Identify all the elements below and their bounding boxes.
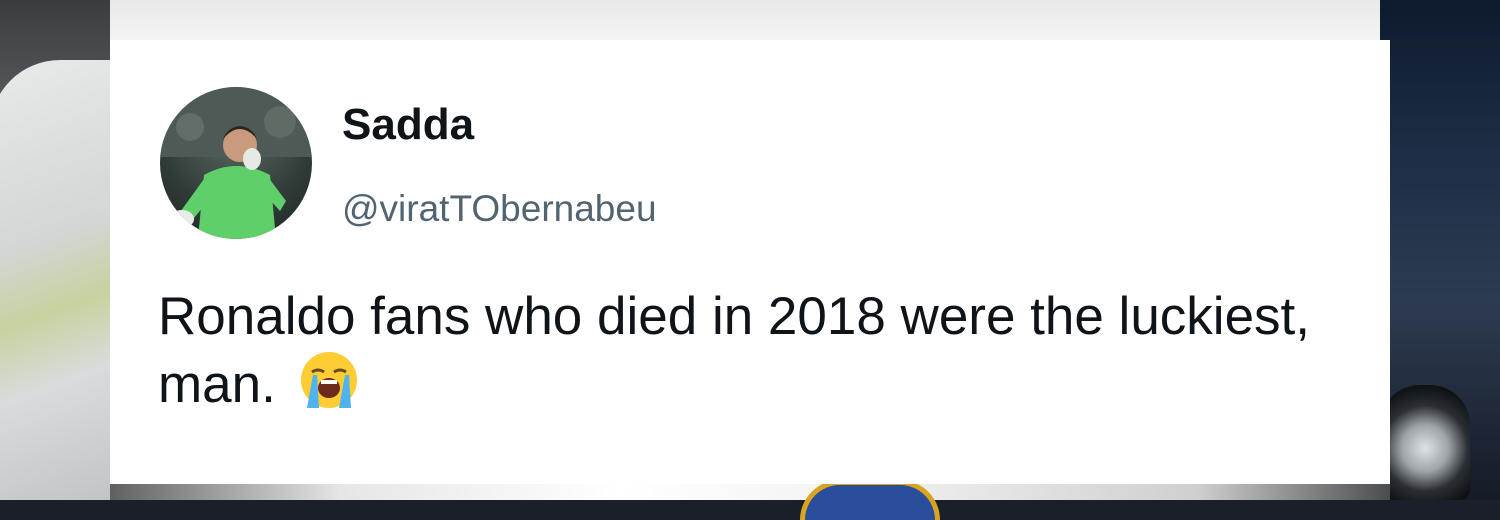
background-glove-right bbox=[1380, 385, 1470, 500]
background-photo-top bbox=[110, 0, 1390, 40]
tweet-text-block: Ronaldo fans who died in 2018 were the l… bbox=[158, 285, 1338, 416]
background-photo-bottom bbox=[110, 484, 1390, 500]
user-handle[interactable]: @viratTObernabeu bbox=[342, 190, 657, 227]
tweet-card: Sadda @viratTObernabeu Ronaldo fans who … bbox=[110, 40, 1390, 484]
avatar-image-icon bbox=[160, 87, 312, 239]
club-crest-partial bbox=[800, 480, 940, 520]
avatar[interactable] bbox=[160, 87, 312, 239]
display-name[interactable]: Sadda bbox=[342, 103, 474, 147]
loudly-crying-face-icon bbox=[297, 348, 361, 412]
